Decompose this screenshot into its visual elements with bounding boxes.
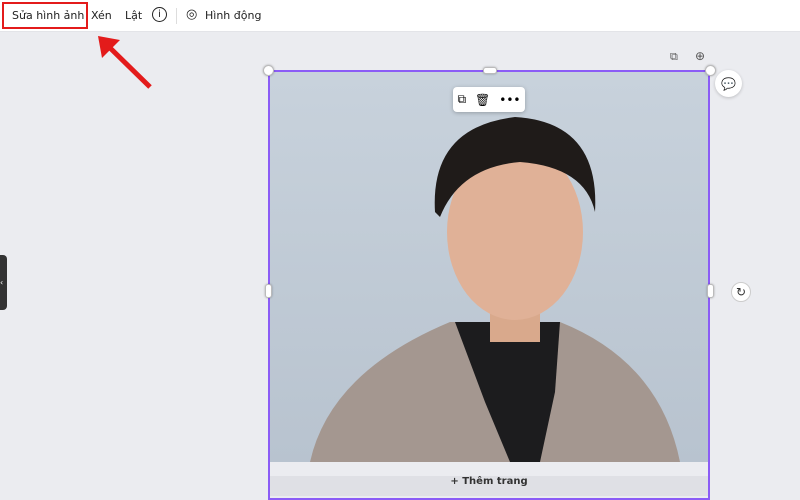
more-icon[interactable]: •••: [499, 93, 520, 107]
floating-toolbar: ⧉ 🗑 •••: [453, 87, 525, 112]
rotate-icon[interactable]: ↻: [731, 282, 751, 302]
animate-icon[interactable]: ◎: [186, 7, 197, 22]
comment-button[interactable]: 💬: [715, 70, 742, 97]
duplicate-icon[interactable]: ⧉: [457, 92, 466, 107]
top-toolbar: Sửa hình ảnh Xén Lật i ◎ Hình động: [0, 0, 800, 32]
red-arrow-icon: [98, 36, 152, 89]
resize-handle-tl[interactable]: [263, 65, 274, 76]
add-page-icon[interactable]: ⊕: [695, 49, 705, 63]
animate-button[interactable]: Hình động: [205, 9, 261, 22]
resize-handle-right[interactable]: [707, 284, 714, 298]
flip-button[interactable]: Lật: [125, 9, 142, 22]
highlight-box: [2, 2, 88, 29]
crop-button[interactable]: Xén: [91, 9, 112, 22]
resize-handle-tr[interactable]: [705, 65, 716, 76]
side-panel-toggle[interactable]: ‹: [0, 255, 7, 310]
duplicate-page-icon[interactable]: ⧉: [670, 50, 678, 64]
comment-icon: 💬: [721, 76, 736, 91]
info-icon[interactable]: i: [152, 7, 167, 22]
divider: [176, 8, 177, 24]
trash-icon[interactable]: 🗑: [475, 93, 490, 107]
resize-handle-top[interactable]: [483, 67, 497, 74]
resize-handle-left[interactable]: [265, 284, 272, 298]
selection-frame: [268, 70, 710, 500]
